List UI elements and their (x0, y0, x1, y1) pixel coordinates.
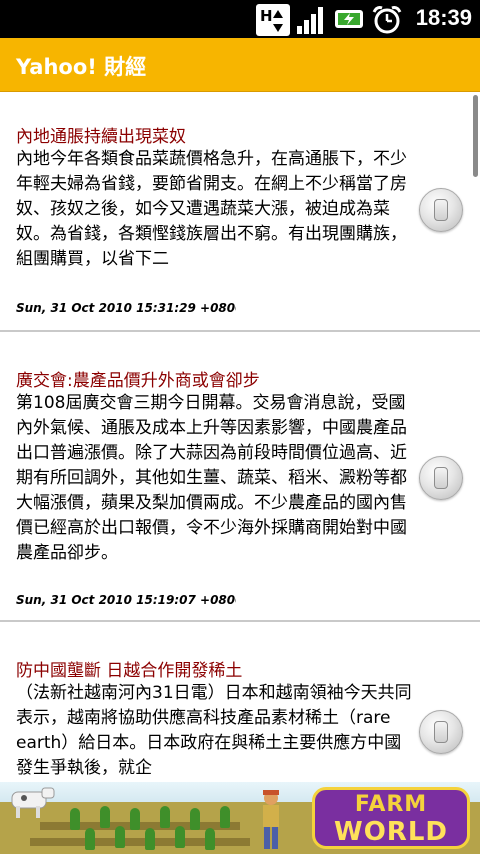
ad-crop (190, 808, 200, 830)
ad-crop (175, 826, 185, 848)
read-more-button[interactable] (419, 710, 463, 754)
news-item[interactable]: 內地通脹持續出現菜奴 內地今年各類食品菜蔬價格急升，在高通脹下，不少年輕夫婦為省… (0, 92, 480, 334)
read-more-icon (434, 721, 448, 743)
status-bar: H 18:39 (0, 0, 480, 38)
news-headline[interactable]: 內地通脹持續出現菜奴 (16, 122, 186, 147)
news-headline[interactable]: 防中國壟斷 日越合作開發稀土 (16, 656, 242, 681)
news-summary: 內地今年各類食品菜蔬價格急升，在高通脹下，不少年輕夫婦為省錢，要節省開支。在網上… (16, 149, 407, 269)
ad-crop (205, 828, 215, 850)
ad-banner[interactable]: FARM WORLD (0, 782, 480, 854)
ad-crop (145, 828, 155, 850)
news-item[interactable]: 防中國壟斷 日越合作開發稀土 （法新社越南河內31日電）日本和越南領袖今天共同表… (0, 622, 480, 782)
ad-crop (130, 808, 140, 830)
news-item[interactable]: 廣交會:農產品價升外商或會卻步 第108屆廣交會三期今日開幕。交易會消息說，受國… (0, 332, 480, 622)
ad-crop (115, 826, 125, 848)
ad-crop (220, 806, 230, 828)
alarm-clock-icon (372, 6, 402, 34)
news-date: Sun, 31 Oct 2010 15:19:07 +0800 (16, 593, 236, 607)
ad-field-row (30, 838, 250, 846)
logo-text-line1: FARM (354, 792, 428, 817)
farmer-icon (263, 790, 279, 849)
ad-crop (85, 828, 95, 850)
news-list[interactable]: 內地通脹持續出現菜奴 內地今年各類食品菜蔬價格急升，在高通脹下，不少年輕夫婦為省… (0, 92, 480, 782)
read-more-button[interactable] (419, 456, 463, 500)
status-time: 18:39 (415, 5, 472, 30)
news-summary: 第108屆廣交會三期今日開幕。交易會消息說，受國內外氣候、通脹及成本上升等因素影… (16, 393, 407, 563)
battery-charging-icon (335, 10, 363, 28)
cow-icon (11, 787, 55, 818)
news-summary: （法新社越南河內31日電）日本和越南領袖今天共同表示，越南將協助供應高科技產品素… (16, 683, 412, 778)
news-date: Sun, 31 Oct 2010 15:31:29 +0800 (16, 301, 236, 315)
farm-world-logo: FARM WORLD (312, 787, 470, 849)
ad-crop (70, 808, 80, 830)
ad-crop (100, 806, 110, 828)
svg-text:H: H (260, 7, 273, 25)
data-network-icon: H (256, 4, 290, 36)
logo-text-line2: WORLD (334, 817, 448, 847)
signal-strength-icon (297, 7, 323, 34)
app-title-bar: Yahoo! 財經 (0, 38, 480, 92)
read-more-icon (434, 467, 448, 489)
read-more-icon (434, 199, 448, 221)
news-headline[interactable]: 廣交會:農產品價升外商或會卻步 (16, 366, 260, 391)
ad-crop (160, 806, 170, 828)
read-more-button[interactable] (419, 188, 463, 232)
app-title: Yahoo! 財經 (16, 55, 147, 79)
